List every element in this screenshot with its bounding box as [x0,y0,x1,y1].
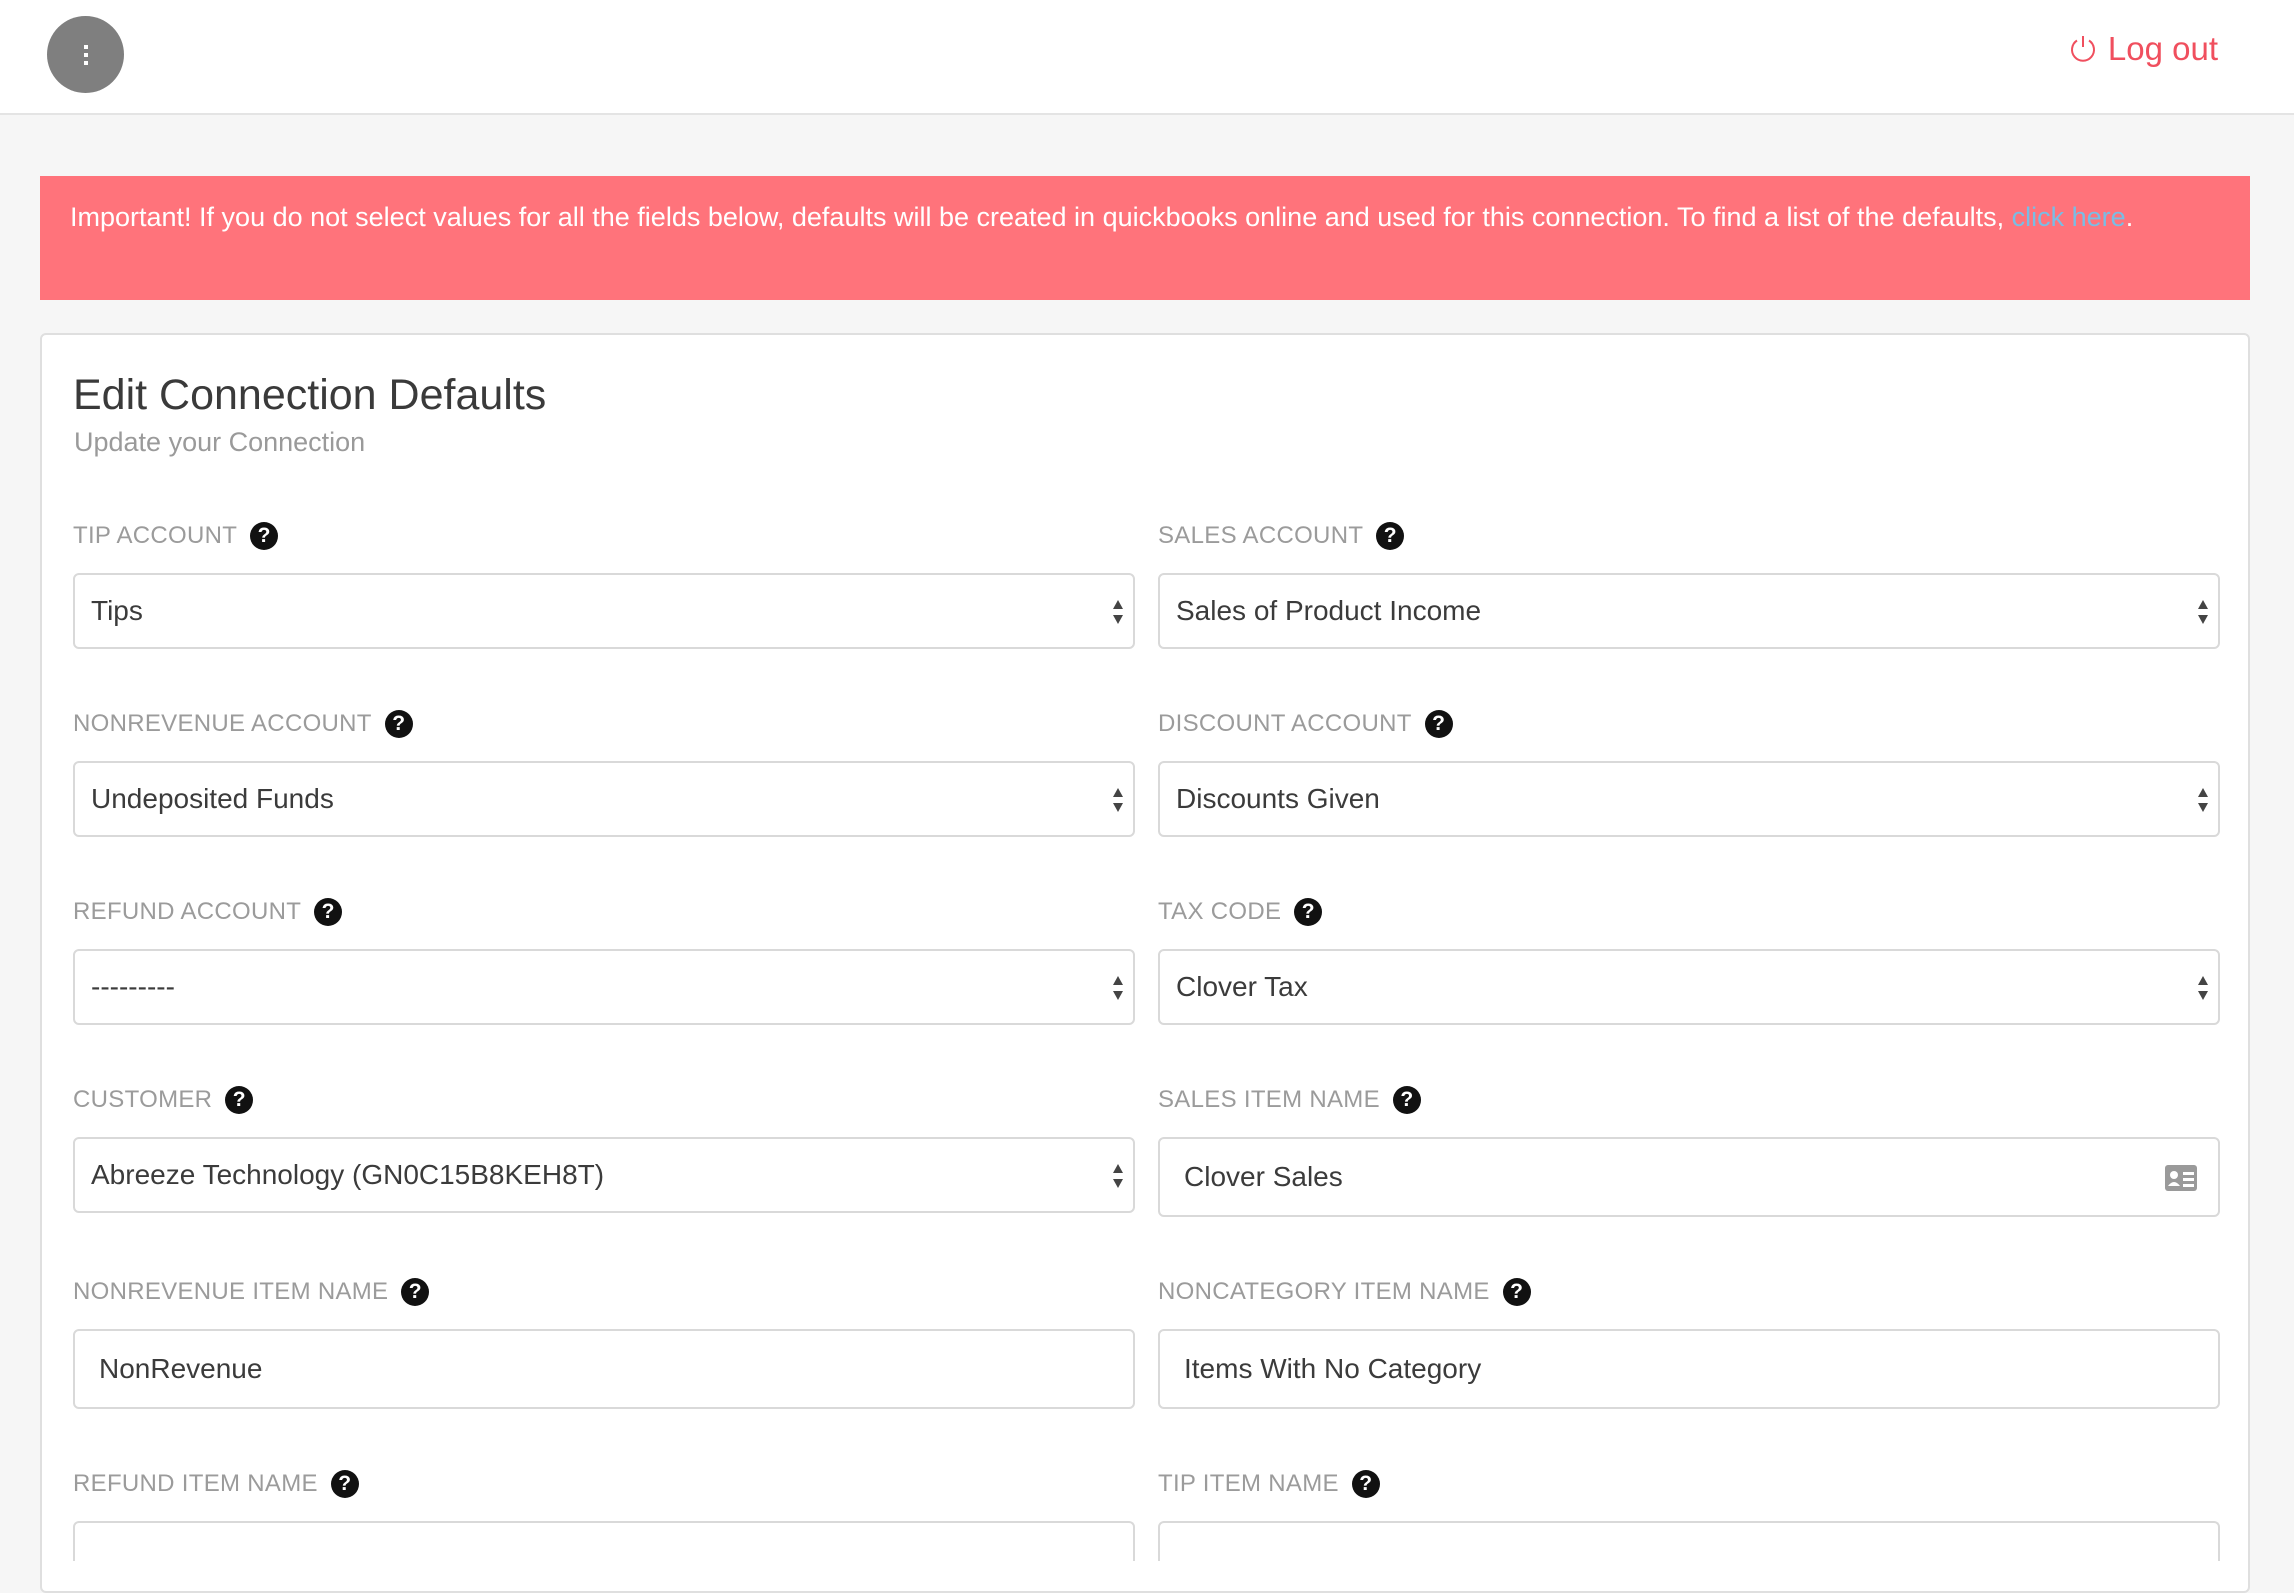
tax-code-field: TAX CODE ? Clover Tax [1158,895,2220,1025]
menu-button[interactable] [47,16,124,93]
nonrevenue-account-value: Undeposited Funds [91,783,334,814]
sales-item-name-field: SALES ITEM NAME ? Clover Sales [1158,1083,2220,1217]
refund-account-field: REFUND ACCOUNT ? --------- [73,895,1135,1025]
help-icon[interactable]: ? [384,710,413,738]
select-arrows-icon [1113,1164,1123,1188]
help-icon[interactable]: ? [1392,1086,1421,1114]
help-icon[interactable]: ? [1424,710,1453,738]
alert-suffix: . [2125,202,2134,232]
nonrevenue-account-field: NONREVENUE ACCOUNT ? Undeposited Funds [73,707,1135,837]
tip-account-label: TIP ACCOUNT [73,522,238,549]
contact-card-icon[interactable] [2164,1164,2198,1192]
customer-select[interactable]: Abreeze Technology (GN0C15B8KEH8T) [73,1137,1135,1213]
refund-item-name-label: REFUND ITEM NAME [73,1470,318,1497]
nonrevenue-item-name-label: NONREVENUE ITEM NAME [73,1278,389,1305]
alert-text: Important! If you do not select values f… [70,202,2012,232]
select-arrows-icon [1113,600,1123,624]
help-icon[interactable]: ? [1376,522,1405,550]
sales-account-select[interactable]: Sales of Product Income [1158,573,2220,649]
refund-account-value: --------- [91,971,175,1002]
discount-account-select[interactable]: Discounts Given [1158,761,2220,837]
customer-field: CUSTOMER ? Abreeze Technology (GN0C15B8K… [73,1083,1135,1213]
help-icon[interactable]: ? [401,1278,430,1306]
customer-label: CUSTOMER [73,1086,213,1113]
page-title: Edit Connection Defaults [73,371,547,419]
discount-account-label: DISCOUNT ACCOUNT [1158,710,1412,737]
sales-account-field: SALES ACCOUNT ? Sales of Product Income [1158,519,2220,649]
sales-account-label: SALES ACCOUNT [1158,522,1364,549]
tax-code-label: TAX CODE [1158,898,1282,925]
nonrevenue-item-name-input[interactable]: NonRevenue [73,1329,1135,1409]
power-icon [2070,36,2095,62]
top-bar: Log out [0,0,2294,115]
nonrevenue-item-name-value: NonRevenue [99,1353,263,1384]
logout-button[interactable]: Log out [2068,30,2218,68]
help-icon[interactable]: ? [1294,898,1323,926]
tip-account-field: TIP ACCOUNT ? Tips [73,519,1135,649]
tax-code-select[interactable]: Clover Tax [1158,949,2220,1025]
sales-item-name-label: SALES ITEM NAME [1158,1086,1380,1113]
noncategory-item-name-field: NONCATEGORY ITEM NAME ? Items With No Ca… [1158,1275,2220,1409]
select-arrows-icon [2198,788,2208,812]
tax-code-value: Clover Tax [1176,971,1308,1002]
noncategory-item-name-input[interactable]: Items With No Category [1158,1329,2220,1409]
noncategory-item-name-value: Items With No Category [1184,1353,1482,1384]
refund-account-select[interactable]: --------- [73,949,1135,1025]
vertical-ellipsis-icon [83,44,88,65]
refund-account-label: REFUND ACCOUNT [73,898,302,925]
nonrevenue-account-select[interactable]: Undeposited Funds [73,761,1135,837]
defaults-list-link[interactable]: click here [2012,202,2126,232]
tip-item-name-field: TIP ITEM NAME ? [1158,1467,2220,1561]
discount-account-field: DISCOUNT ACCOUNT ? Discounts Given [1158,707,2220,837]
help-icon[interactable]: ? [225,1086,254,1114]
select-arrows-icon [2198,976,2208,1000]
help-icon[interactable]: ? [314,898,343,926]
connection-defaults-card: Edit Connection Defaults Update your Con… [40,333,2250,1593]
help-icon[interactable]: ? [330,1470,359,1498]
customer-value: Abreeze Technology (GN0C15B8KEH8T) [91,1159,605,1190]
discount-account-value: Discounts Given [1176,783,1380,814]
nonrevenue-account-label: NONREVENUE ACCOUNT [73,710,372,737]
sales-item-name-input[interactable]: Clover Sales [1158,1137,2220,1217]
help-icon[interactable]: ? [1502,1278,1531,1306]
tip-item-name-input[interactable] [1158,1521,2220,1561]
tip-account-value: Tips [91,595,143,626]
select-arrows-icon [2198,600,2208,624]
logout-label: Log out [2107,30,2218,67]
help-icon[interactable]: ? [250,522,279,550]
noncategory-item-name-label: NONCATEGORY ITEM NAME [1158,1278,1490,1305]
tip-item-name-label: TIP ITEM NAME [1158,1470,1339,1497]
nonrevenue-item-name-field: NONREVENUE ITEM NAME ? NonRevenue [73,1275,1135,1409]
sales-account-value: Sales of Product Income [1176,595,1482,626]
sales-item-name-value: Clover Sales [1184,1161,1343,1192]
help-icon[interactable]: ? [1351,1470,1380,1498]
refund-item-name-input[interactable] [73,1521,1135,1561]
select-arrows-icon [1113,976,1123,1000]
tip-account-select[interactable]: Tips [73,573,1135,649]
select-arrows-icon [1113,788,1123,812]
defaults-warning-alert: Important! If you do not select values f… [40,176,2250,300]
refund-item-name-field: REFUND ITEM NAME ? [73,1467,1135,1561]
page-subtitle: Update your Connection [74,427,366,457]
